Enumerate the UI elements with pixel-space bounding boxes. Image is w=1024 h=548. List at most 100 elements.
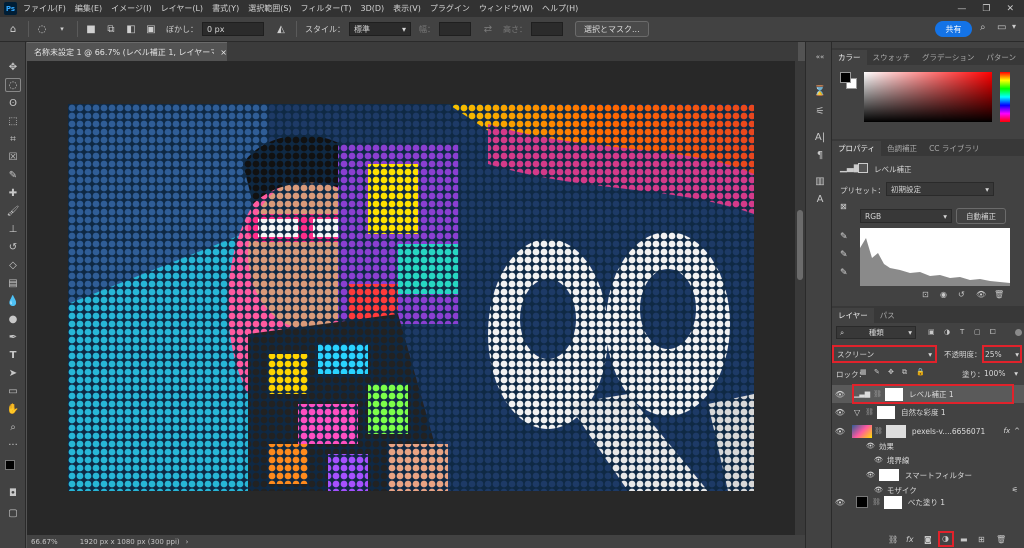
blend-mode-select[interactable]: スクリーン ▾ — [835, 348, 934, 360]
chevron-down-icon[interactable]: ▾ — [55, 22, 69, 36]
hue-slider[interactable] — [1000, 72, 1010, 122]
lock-image-icon[interactable]: ✎ — [874, 368, 880, 376]
layer-name[interactable]: べた塗り 1 — [908, 497, 945, 508]
lock-all-icon[interactable]: 🔒 — [916, 368, 925, 376]
filter-pixel-icon[interactable]: ▣ — [928, 328, 935, 336]
preset-select[interactable]: 初期設定 ▾ — [886, 182, 994, 196]
zoom-level[interactable]: 66.67% — [31, 538, 58, 546]
pen-tool-icon[interactable]: ✒ — [5, 330, 21, 344]
layer-row[interactable]: 👁 ⛓ pexels-v....6656071 fx ^ — [832, 422, 1024, 440]
tab-properties[interactable]: プロパティ — [832, 141, 882, 156]
tab-adjustments[interactable]: 色調補正 — [881, 141, 923, 156]
eyedropper-gray-icon[interactable]: ✎ — [840, 250, 848, 260]
auto-button[interactable]: 自動補正 — [956, 208, 1006, 224]
eyedropper-tool-icon[interactable]: ✎ — [5, 168, 21, 182]
visibility-icon[interactable]: 👁 — [832, 498, 848, 507]
adjustments-icon[interactable]: ⚟ — [812, 104, 828, 118]
vertical-scroll-thumb[interactable] — [797, 210, 803, 280]
type-tool-icon[interactable]: T — [5, 348, 21, 362]
maximize-icon[interactable]: ❐ — [982, 4, 990, 14]
style-select[interactable]: 標準 ▾ — [349, 22, 411, 36]
mask-icon[interactable] — [858, 163, 868, 173]
share-button[interactable]: 共有 — [935, 21, 972, 37]
tab-paths[interactable]: パス — [874, 308, 901, 323]
brush-tool-icon[interactable]: 🖌 — [5, 204, 21, 218]
object-select-tool-icon[interactable]: ⬚ — [5, 114, 21, 128]
visibility-icon[interactable]: 👁 — [874, 456, 883, 464]
intersect-selection-icon[interactable]: ▣ — [144, 22, 158, 36]
visibility-icon[interactable]: 👁 — [976, 290, 986, 299]
crop-tool-icon[interactable]: ⌗ — [5, 132, 21, 146]
character-icon[interactable]: A| — [812, 130, 828, 144]
tab-cc-libraries[interactable]: CC ライブラリ — [923, 141, 985, 156]
menu-3d[interactable]: 3D(D) — [361, 4, 385, 13]
eraser-tool-icon[interactable]: ◇ — [5, 258, 21, 272]
delete-layer-icon[interactable]: 🗑 — [996, 535, 1006, 544]
eyedropper-white-icon[interactable]: ✎ — [840, 268, 848, 278]
layer-name[interactable]: 自然な彩度 1 — [901, 407, 946, 418]
libraries-icon[interactable]: ▥ — [812, 174, 828, 188]
filter-toggle[interactable] — [1015, 329, 1022, 336]
close-tab-icon[interactable]: × — [220, 48, 227, 57]
home-icon[interactable]: ⌂ — [6, 22, 20, 36]
zoom-tool-icon[interactable]: ⌕ — [5, 420, 21, 434]
chevron-down-icon[interactable]: ▾ — [1012, 22, 1016, 31]
fx-badge[interactable]: fx — [1004, 427, 1011, 435]
height-input[interactable] — [531, 22, 563, 36]
visibility-icon[interactable]: 👁 — [832, 408, 848, 417]
menu-image[interactable]: イメージ(I) — [111, 3, 151, 14]
close-icon[interactable]: ✕ — [1006, 4, 1014, 14]
new-selection-icon[interactable]: ■ — [84, 22, 98, 36]
filter-smart-icon[interactable]: ⧠ — [990, 328, 996, 337]
visibility-icon[interactable]: 👁 — [832, 427, 848, 436]
tab-gradients[interactable]: グラデーション — [916, 50, 980, 65]
clone-stamp-tool-icon[interactable]: ⊥ — [5, 222, 21, 236]
menu-plugins[interactable]: プラグイン — [430, 3, 470, 14]
history-brush-tool-icon[interactable]: ↺ — [5, 240, 21, 254]
layer-mask-thumbnail[interactable] — [877, 405, 896, 419]
menu-layer[interactable]: レイヤー(L) — [161, 3, 203, 14]
link-layers-icon[interactable]: ⛓ — [888, 535, 898, 544]
frame-tool-icon[interactable]: ☒ — [5, 150, 21, 164]
menu-filter[interactable]: フィルター(T) — [301, 3, 352, 14]
layer-row[interactable]: 👁 ▽ ⛓ 自然な彩度 1 — [832, 403, 1024, 421]
delete-icon[interactable]: 🗑 — [994, 290, 1004, 299]
fill-color-thumbnail[interactable] — [856, 496, 868, 508]
fill-input[interactable]: 100% ▾ — [984, 367, 1018, 379]
smart-filter-mask[interactable] — [878, 469, 899, 481]
eyedropper-black-icon[interactable]: ✎ — [840, 232, 848, 242]
marquee-tool-icon[interactable]: ◌ — [5, 78, 21, 92]
layer-mask-thumbnail[interactable] — [883, 495, 902, 509]
marquee-tool-icon[interactable]: ◌ — [35, 22, 49, 36]
search-icon[interactable]: ⌕ — [980, 22, 986, 33]
lasso-tool-icon[interactable]: ʘ — [5, 96, 21, 110]
foreground-color-swatch[interactable] — [5, 460, 15, 470]
effects-row[interactable]: 👁 効果 — [832, 439, 1024, 453]
menu-select[interactable]: 選択範囲(S) — [248, 3, 291, 14]
filter-shape-icon[interactable]: ▢ — [974, 328, 981, 336]
lock-transparency-icon[interactable]: ▦ — [860, 368, 867, 376]
add-style-icon[interactable]: fx — [906, 535, 914, 544]
filter-mask-thumbnail[interactable] — [885, 424, 906, 438]
add-mask-icon[interactable]: ◙ — [924, 535, 932, 544]
tab-layers[interactable]: レイヤー — [832, 308, 874, 323]
chevron-up-icon[interactable]: ^ — [1014, 427, 1020, 435]
link-icon[interactable]: ⛓ — [865, 408, 874, 416]
subtract-selection-icon[interactable]: ◧ — [124, 22, 138, 36]
opacity-input[interactable]: 25% ▾ — [985, 348, 1019, 360]
rectangle-tool-icon[interactable]: ▭ — [5, 384, 21, 398]
path-select-tool-icon[interactable]: ➤ — [5, 366, 21, 380]
visibility-icon[interactable]: 👁 — [866, 471, 875, 479]
feather-input[interactable]: 0 px — [202, 22, 264, 36]
lock-artboard-icon[interactable]: ⧉ — [902, 368, 907, 377]
new-layer-icon[interactable]: ⊞ — [978, 535, 985, 544]
glyphs-icon[interactable]: A — [812, 192, 828, 206]
move-tool-icon[interactable]: ✥ — [5, 60, 21, 74]
smart-filter-row[interactable]: 👁 スマートフィルター — [832, 467, 1024, 483]
healing-brush-tool-icon[interactable]: ✚ — [5, 186, 21, 200]
swap-icon[interactable]: ⇄ — [481, 22, 495, 36]
tab-patterns[interactable]: パターン — [980, 50, 1022, 65]
menu-window[interactable]: ウィンドウ(W) — [479, 3, 533, 14]
filter-adjustment-icon[interactable]: ◑ — [944, 328, 950, 336]
width-input[interactable] — [439, 22, 471, 36]
